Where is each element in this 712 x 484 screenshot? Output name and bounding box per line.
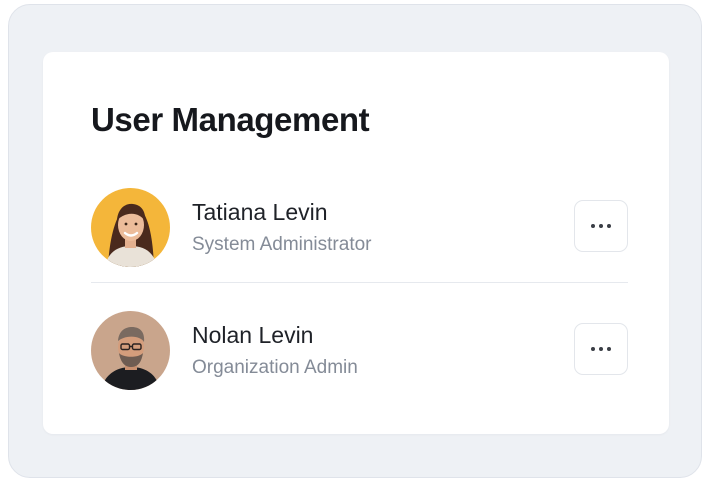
user-role: Organization Admin — [192, 357, 358, 378]
avatar — [91, 311, 170, 390]
user-name: Nolan Levin — [192, 322, 314, 348]
user-row-tatiana-levin: Tatiana Levin System Administrator — [91, 188, 628, 268]
user-row-nolan-levin: Nolan Levin Organization Admin — [91, 311, 628, 391]
avatar — [91, 188, 170, 267]
more-actions-button[interactable] — [574, 200, 628, 252]
outer-frame: User Management Tatiana Levin System Adm… — [8, 4, 702, 478]
card-title: User Management — [91, 101, 370, 138]
divider — [91, 282, 628, 283]
user-management-card: User Management Tatiana Levin System Adm… — [43, 52, 669, 434]
more-horizontal-icon — [591, 224, 611, 228]
more-actions-button[interactable] — [574, 323, 628, 375]
user-role: System Administrator — [192, 234, 372, 255]
avatar-tatiana-image — [91, 188, 170, 267]
avatar-nolan-image — [91, 311, 170, 390]
more-horizontal-icon — [591, 347, 611, 351]
user-name: Tatiana Levin — [192, 199, 328, 225]
